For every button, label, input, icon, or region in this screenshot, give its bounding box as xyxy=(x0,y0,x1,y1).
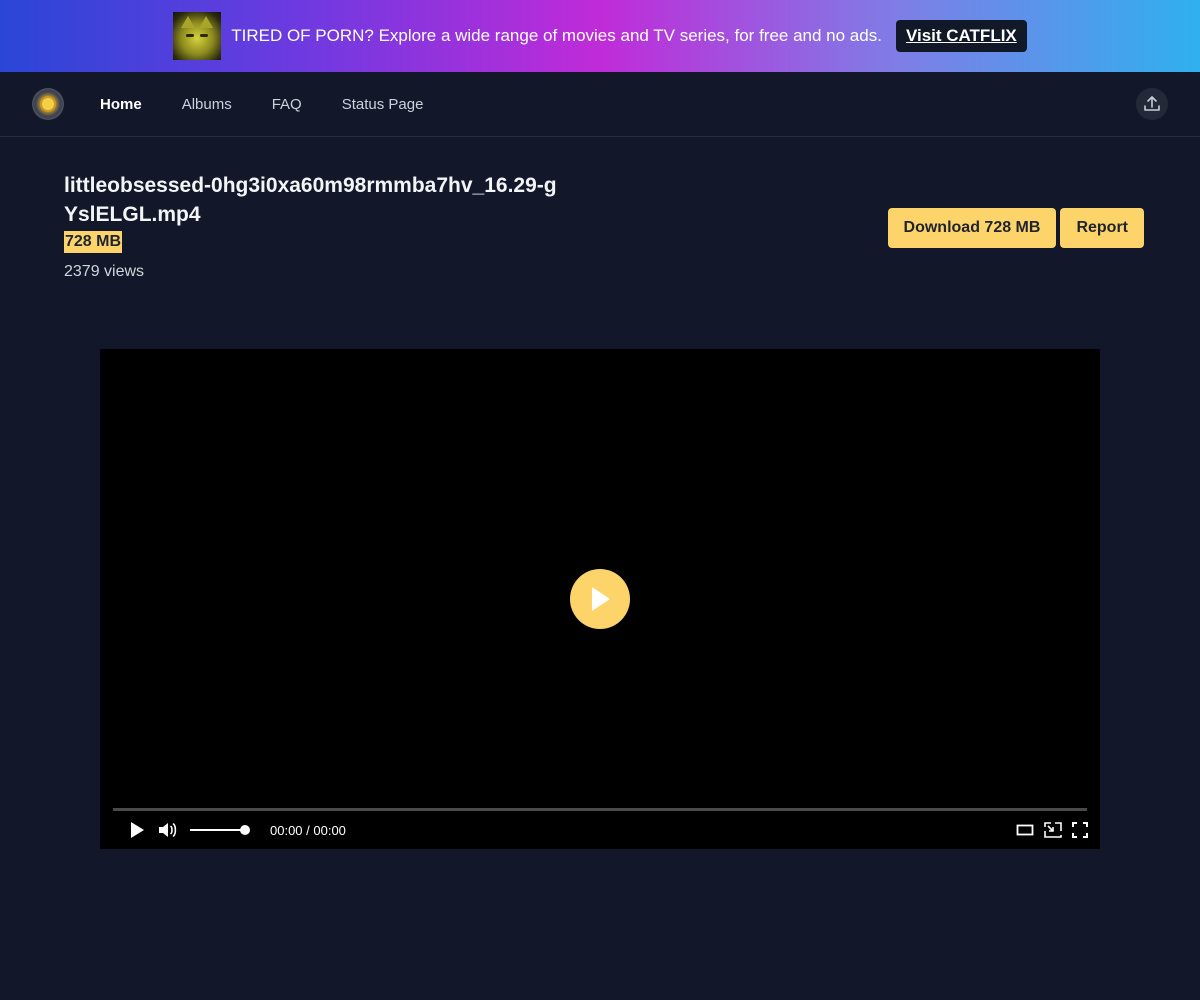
top-nav: Home Albums FAQ Status Page xyxy=(0,72,1200,137)
nav-item-status-page[interactable]: Status Page xyxy=(342,96,424,113)
nav-item-albums[interactable]: Albums xyxy=(182,96,232,113)
sun-logo-icon[interactable] xyxy=(32,88,64,120)
volume-icon xyxy=(159,823,177,837)
video-player[interactable]: 00:00 / 00:00 xyxy=(100,349,1100,849)
pip-button[interactable] xyxy=(1044,822,1062,838)
player-controls: 00:00 / 00:00 xyxy=(128,819,1088,841)
view-count: 2379 views xyxy=(64,263,145,280)
promo-banner: TIRED OF PORN? Explore a wide range of m… xyxy=(0,0,1200,72)
file-title: littleobsessed-0hg3i0xa60m98rmmba7hv_16.… xyxy=(64,174,557,226)
fullscreen-button[interactable] xyxy=(1072,822,1088,838)
theater-mode-icon xyxy=(1016,824,1034,836)
volume-knob[interactable] xyxy=(240,825,250,835)
nav-links: Home Albums FAQ Status Page xyxy=(100,96,423,113)
banner-text: TIRED OF PORN? Explore a wide range of m… xyxy=(231,26,882,45)
theater-mode-button[interactable] xyxy=(1016,823,1034,837)
file-size-badge: 728 MB xyxy=(64,231,123,253)
fullscreen-icon xyxy=(1072,822,1088,838)
cat-thumbnail-icon[interactable] xyxy=(173,12,222,60)
time-display: 00:00 / 00:00 xyxy=(270,822,346,838)
big-play-button[interactable] xyxy=(570,569,630,629)
report-button[interactable]: Report xyxy=(1060,208,1144,248)
mute-button[interactable] xyxy=(158,821,178,839)
play-button[interactable] xyxy=(128,821,146,839)
file-actions: Download 728 MB Report xyxy=(887,208,1144,248)
download-button[interactable]: Download 728 MB xyxy=(887,208,1057,248)
play-icon xyxy=(131,822,144,838)
nav-item-home[interactable]: Home xyxy=(100,96,142,113)
file-header: littleobsessed-0hg3i0xa60m98rmmba7hv_16.… xyxy=(0,137,1200,349)
progress-bar[interactable] xyxy=(113,808,1087,811)
play-icon xyxy=(592,587,610,611)
volume-slider[interactable] xyxy=(190,825,250,835)
nav-item-faq[interactable]: FAQ xyxy=(272,96,302,113)
picture-in-picture-icon xyxy=(1044,822,1062,838)
upload-icon xyxy=(1144,96,1160,111)
visit-catflix-button[interactable]: Visit CATFLIX xyxy=(895,20,1027,52)
upload-button[interactable] xyxy=(1136,88,1168,120)
